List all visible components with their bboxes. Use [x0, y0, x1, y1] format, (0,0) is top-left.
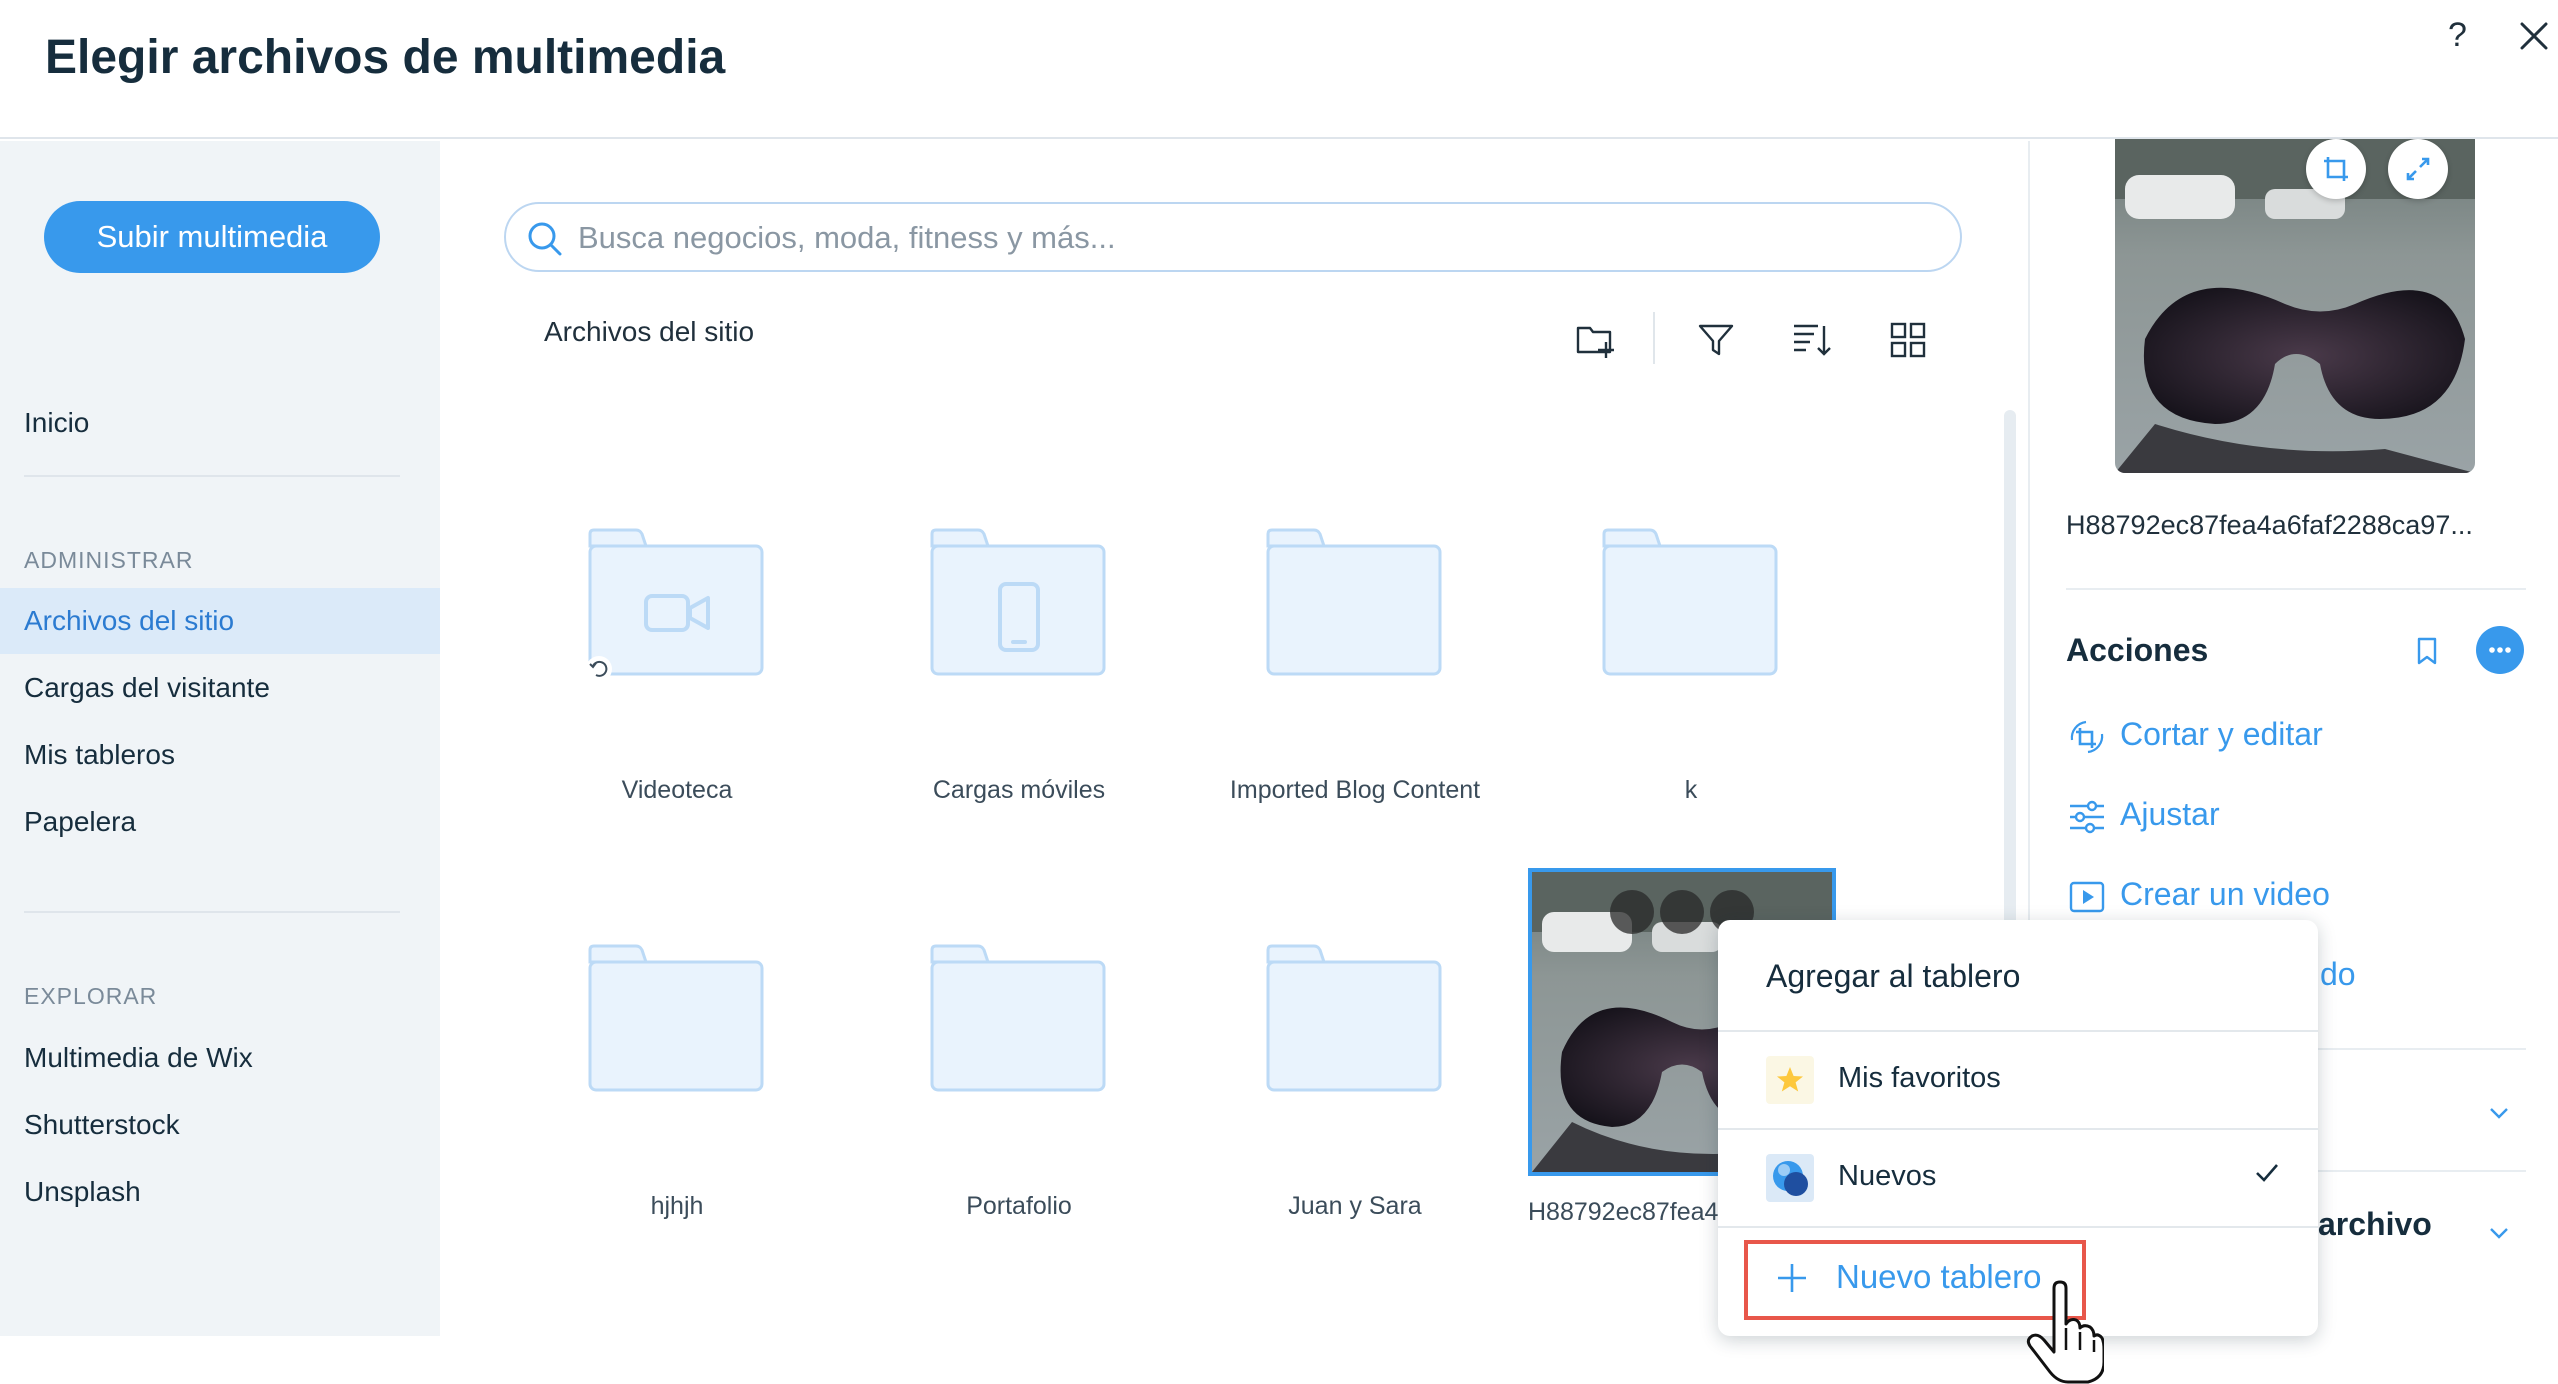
- close-icon[interactable]: [2514, 16, 2554, 56]
- action-label: Ajustar: [2120, 796, 2220, 832]
- action-label: Crear un video: [2120, 876, 2330, 912]
- video-play-icon: [2069, 881, 2105, 913]
- breadcrumb: Archivos del sitio: [544, 316, 755, 347]
- sidebar-item-my-boards[interactable]: Mis tableros: [0, 722, 440, 788]
- dropdown-title: Agregar al tablero: [1766, 958, 2021, 994]
- sidebar-item-home[interactable]: Inicio: [0, 390, 440, 456]
- folder-icon: [930, 944, 1106, 1092]
- folder-label: Cargas móviles: [932, 776, 1106, 804]
- sidebar-divider: [24, 911, 400, 913]
- sidebar-item-site-files[interactable]: Archivos del sitio: [0, 588, 440, 654]
- action-label: do: [2320, 956, 2356, 992]
- folder-label: hjhjh: [650, 1192, 704, 1220]
- toolbar-divider: [1653, 312, 1655, 364]
- folder-label: Portafolio: [966, 1192, 1072, 1220]
- file-label: H88792ec87fea4: [1528, 1198, 1718, 1226]
- sliders-icon: [2070, 800, 2104, 834]
- expand-icon[interactable]: [2388, 139, 2448, 199]
- hand-cursor-icon: [2026, 1280, 2104, 1384]
- sidebar-item-unsplash[interactable]: Unsplash: [0, 1159, 440, 1225]
- action-label: Cortar y editar: [2120, 716, 2323, 752]
- help-button[interactable]: ?: [2448, 16, 2467, 55]
- new-board-label: Nuevo tablero: [1836, 1258, 2042, 1295]
- board-item-new[interactable]: Nuevos: [1718, 1130, 2318, 1226]
- grid-view-icon[interactable]: [1886, 318, 1930, 362]
- folder-icon: [588, 944, 764, 1092]
- sidebar-item-trash[interactable]: Papelera: [0, 789, 440, 855]
- filter-icon[interactable]: [1694, 318, 1738, 362]
- folder-icon: [930, 528, 1106, 676]
- upload-media-button[interactable]: Subir multimedia: [44, 201, 380, 273]
- crop-icon[interactable]: [2306, 139, 2366, 199]
- crop-rotate-icon: [2070, 720, 2104, 754]
- folder-tile[interactable]: Videoteca: [512, 526, 822, 826]
- folder-label: k: [1684, 776, 1698, 804]
- modal-header: Elegir archivos de multimedia ?: [0, 0, 2558, 139]
- actions-title: Acciones: [2066, 632, 2209, 668]
- sidebar: Subir multimedia Inicio ADMINISTRAR Arch…: [0, 141, 440, 1336]
- panel-divider: [2066, 588, 2526, 590]
- folder-icon: [1266, 528, 1442, 676]
- sort-icon[interactable]: [1790, 318, 1834, 362]
- folder-tile[interactable]: k: [1526, 526, 1836, 826]
- search-icon: [528, 222, 562, 256]
- page-title: Elegir archivos de multimedia: [45, 31, 726, 84]
- star-icon: [1766, 1056, 1814, 1104]
- sync-icon: [586, 656, 612, 682]
- sidebar-item-wix-media[interactable]: Multimedia de Wix: [0, 1025, 440, 1091]
- file-info-section-title: archivo: [2318, 1206, 2432, 1242]
- board-label: Nuevos: [1838, 1160, 1937, 1192]
- more-actions-button[interactable]: [2476, 626, 2524, 674]
- search-input[interactable]: [578, 214, 1938, 262]
- folder-tile[interactable]: Juan y Sara: [1190, 942, 1500, 1242]
- board-label: Mis favoritos: [1838, 1062, 2001, 1094]
- folder-label: Imported Blog Content: [1229, 776, 1481, 804]
- folder-label: Juan y Sara: [1288, 1192, 1422, 1220]
- chevron-down-icon[interactable]: [2488, 1106, 2510, 1120]
- search-bar: [504, 202, 1962, 272]
- plus-icon: [1778, 1264, 1806, 1292]
- folder-tile[interactable]: Portafolio: [854, 942, 1164, 1242]
- sidebar-divider: [24, 475, 400, 477]
- folder-tile[interactable]: Imported Blog Content: [1190, 526, 1500, 826]
- dropdown-divider: [1718, 1226, 2318, 1228]
- folder-tile[interactable]: Cargas móviles: [854, 526, 1164, 826]
- checkmark-icon: [2256, 1164, 2278, 1182]
- sidebar-item-visitor-uploads[interactable]: Cargas del visitante: [0, 655, 440, 721]
- folder-icon: [1602, 528, 1778, 676]
- bookmark-button[interactable]: [1660, 890, 1704, 934]
- file-name: H88792ec87fea4a6faf2288ca97...: [2066, 510, 2473, 540]
- sidebar-section-manage: ADMINISTRAR: [24, 547, 194, 573]
- sidebar-item-shutterstock[interactable]: Shutterstock: [0, 1092, 440, 1158]
- chevron-down-icon[interactable]: [2488, 1226, 2510, 1240]
- crop-button[interactable]: [1610, 890, 1654, 934]
- folder-icon: [1266, 944, 1442, 1092]
- board-thumbnail-icon: [1766, 1154, 1814, 1202]
- folder-tile[interactable]: hjhjh: [512, 942, 822, 1242]
- new-folder-icon[interactable]: [1574, 318, 1618, 362]
- sidebar-section-explore: EXPLORAR: [24, 983, 158, 1009]
- add-to-board-dropdown: Agregar al tablero Mis favoritos Nuevos …: [1718, 920, 2318, 1336]
- folder-label: Videoteca: [621, 776, 733, 804]
- board-item-favorites[interactable]: Mis favoritos: [1718, 1032, 2318, 1128]
- bookmark-icon[interactable]: [2414, 636, 2440, 666]
